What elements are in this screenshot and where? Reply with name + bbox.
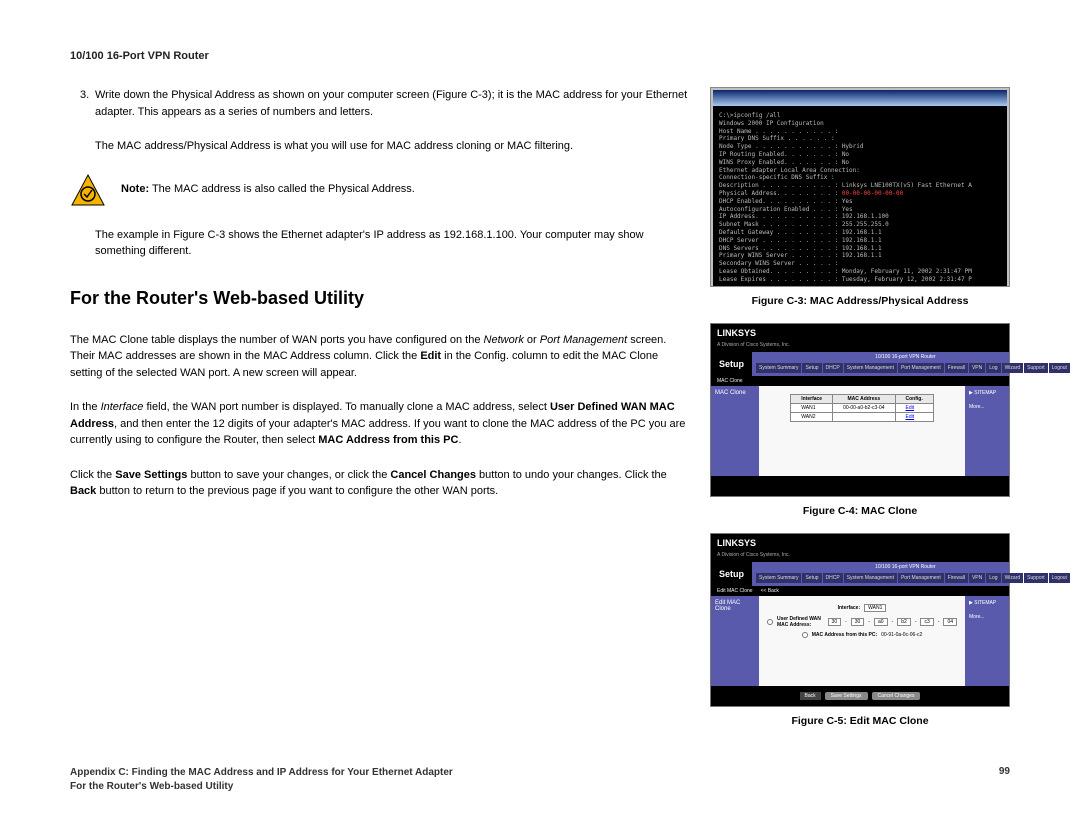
note-label: Note: bbox=[121, 183, 149, 195]
page-footer: Appendix C: Finding the MAC Address and … bbox=[70, 766, 1010, 794]
page-number: 99 bbox=[999, 766, 1010, 794]
figure-c3-caption: Figure C-3: MAC Address/Physical Address bbox=[710, 295, 1010, 307]
doc-header: 10/100 16-Port VPN Router bbox=[70, 50, 1010, 62]
step-number: 3. bbox=[80, 87, 89, 104]
figure-c4-caption: Figure C-4: MAC Clone bbox=[710, 505, 1010, 517]
note-icon bbox=[70, 173, 106, 209]
step3-text2: The MAC address/Physical Address is what… bbox=[95, 138, 690, 155]
footer-line2: For the Router's Web-based Utility bbox=[70, 780, 453, 794]
step3-text1: Write down the Physical Address as shown… bbox=[95, 89, 687, 118]
main-text-column: 3. Write down the Physical Address as sh… bbox=[70, 87, 690, 743]
figure-c3: C:\>ipconfig /allWindows 2000 IP Configu… bbox=[710, 87, 1010, 287]
mac-clone-table: InterfaceMAC AddressConfig. WAN100-00-a0… bbox=[790, 394, 933, 422]
example-text: The example in Figure C-3 shows the Ethe… bbox=[95, 227, 690, 260]
note-text: The MAC address is also called the Physi… bbox=[149, 183, 415, 195]
section-heading: For the Router's Web-based Utility bbox=[70, 285, 690, 312]
figure-c4: LINKSYS A Division of Cisco Systems, Inc… bbox=[710, 323, 1010, 497]
figure-c5-caption: Figure C-5: Edit MAC Clone bbox=[710, 715, 1010, 727]
figures-column: C:\>ipconfig /allWindows 2000 IP Configu… bbox=[710, 87, 1010, 743]
footer-line1: Appendix C: Finding the MAC Address and … bbox=[70, 766, 453, 780]
figure-c5: LINKSYS A Division of Cisco Systems, Inc… bbox=[710, 533, 1010, 707]
